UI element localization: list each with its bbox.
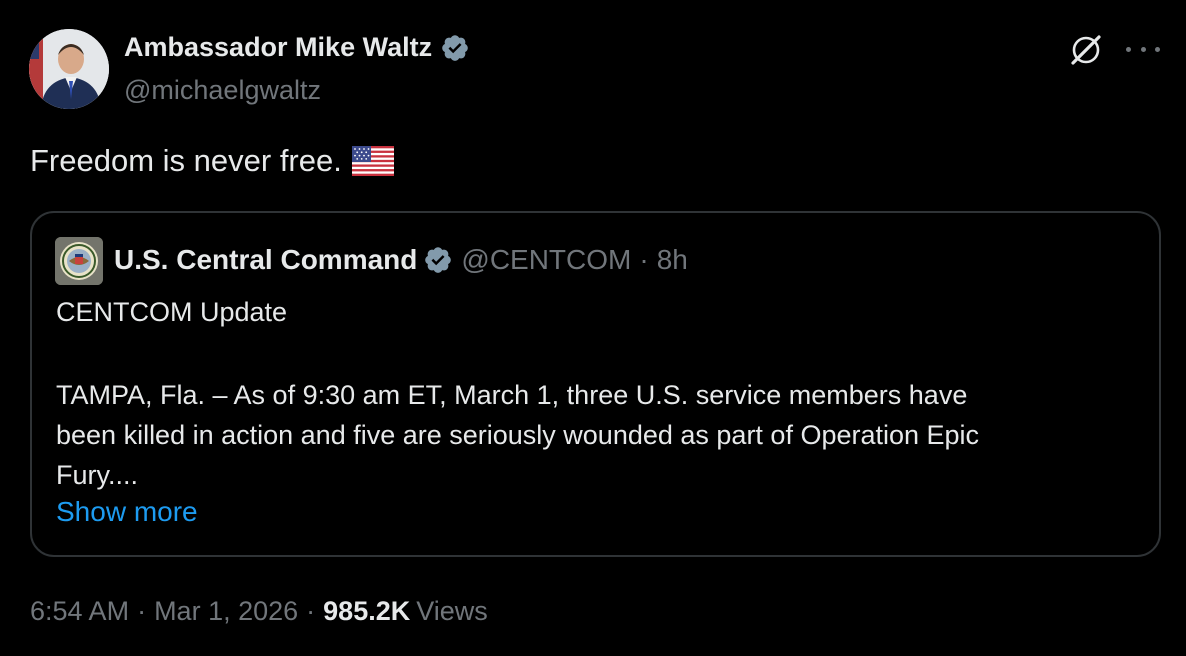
separator-dot: ·	[639, 244, 649, 275]
tweet-time[interactable]: 6:54 AM	[30, 596, 129, 627]
tweet-text-row: Freedom is never free.	[30, 143, 394, 179]
tweet-meta: 6:54 AM · Mar 1, 2026 · 985.2K Views	[30, 596, 488, 627]
views-count: 985.2K	[323, 596, 411, 626]
quoted-tweet-title: CENTCOM Update	[56, 297, 288, 327]
grok-icon[interactable]	[1068, 32, 1104, 68]
quoted-body-line: been killed in action and five are serio…	[56, 420, 980, 450]
author-name[interactable]: Ambassador Mike Waltz	[124, 32, 432, 63]
quoted-author-handle[interactable]: @CENTCOM	[461, 244, 631, 276]
separator-dot: ·	[137, 596, 147, 626]
quoted-tweet-header: U.S. Central Command @CENTCOM · 8h	[114, 244, 688, 276]
quoted-tweet-card[interactable]: U.S. Central Command @CENTCOM · 8h CENTC…	[30, 211, 1161, 557]
show-more-link[interactable]: Show more	[56, 496, 198, 528]
author-avatar[interactable]	[29, 29, 109, 109]
quoted-body-line: TAMPA, Fla. – As of 9:30 am ET, March 1,…	[56, 380, 968, 410]
author-name-row[interactable]: Ambassador Mike Waltz	[124, 32, 470, 63]
quoted-body-line: Fury....	[56, 460, 139, 490]
separator-dot: ·	[306, 596, 316, 626]
tweet-text: Freedom is never free.	[30, 143, 342, 178]
more-dot	[1140, 46, 1146, 52]
views-label: Views	[416, 596, 488, 626]
verified-badge-icon[interactable]	[440, 33, 470, 63]
us-flag-icon	[351, 146, 394, 176]
more-icon[interactable]	[1126, 34, 1160, 64]
tweet-date[interactable]: Mar 1, 2026	[154, 596, 298, 627]
author-handle[interactable]: @michaelgwaltz	[124, 75, 321, 106]
quoted-tweet-body: TAMPA, Fla. – As of 9:30 am ET, March 1,…	[56, 375, 1136, 495]
more-dot	[1155, 46, 1160, 52]
quoted-author-name[interactable]: U.S. Central Command	[114, 244, 417, 276]
centcom-avatar[interactable]	[55, 237, 103, 285]
tweet-page: Ambassador Mike Waltz @michaelgwaltz Fre…	[0, 0, 1186, 656]
more-dot	[1126, 46, 1131, 52]
quoted-tweet-time[interactable]: 8h	[657, 244, 688, 276]
verified-badge-icon[interactable]	[423, 245, 453, 275]
